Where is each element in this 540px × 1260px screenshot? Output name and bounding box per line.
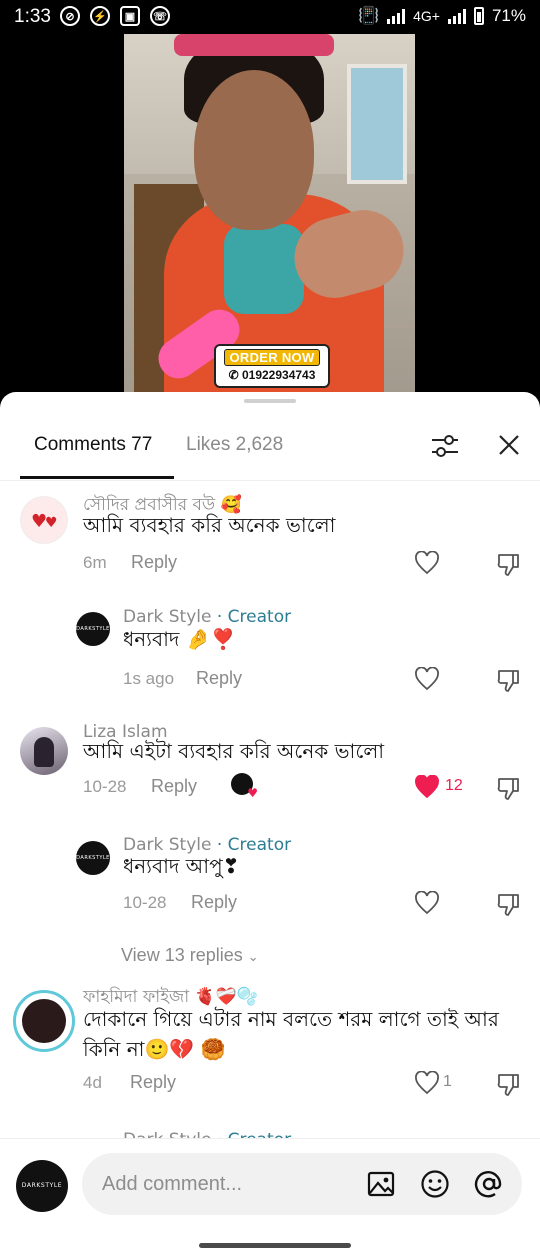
order-now-label: ORDER NOW [224,349,320,366]
filter-icon[interactable] [430,432,460,460]
avatar[interactable]: DARKSTYLE [76,841,110,875]
network-type: 4G+ [413,8,440,24]
media-icon: ▣ [120,6,140,26]
avatar-figure [34,737,54,767]
like-count: 1 [443,1073,452,1090]
dislike-icon[interactable] [496,667,522,693]
tab-comments[interactable]: Comments 77 [34,434,152,456]
avatar[interactable]: DARKSTYLE [76,612,110,646]
comment-input-bar: DARKSTYLE [0,1138,540,1260]
emoji-icon[interactable] [420,1169,450,1199]
avatar-label: DARKSTYLE [76,626,110,632]
tab-likes[interactable]: Likes 2,628 [186,434,283,456]
reply-button[interactable]: Reply [191,892,237,913]
comment-item: ফাহমিদা ফাইজা 🫀❤️‍🩹🫧 দোকানে গিয়ে এটার ন… [0,986,540,1116]
avatar[interactable] [20,727,68,775]
dislike-icon[interactable] [496,551,522,577]
dislike-icon[interactable] [496,891,522,917]
comment-time: 6m [83,553,107,572]
comment-time: 1s ago [123,669,175,688]
mute-notification-icon: ⊘ [60,6,80,26]
status-right: 📳 4G+ 71% [358,6,526,26]
mention-icon[interactable] [474,1169,504,1199]
reply-item: DARKSTYLE Dark Style · Creator ধন্যবাদ আ… [0,833,540,943]
battery-level: 71% [491,6,526,25]
dislike-icon[interactable] [496,775,522,801]
avatar[interactable]: ♥ ♥ [20,496,68,544]
video-face [194,70,314,230]
comment-item: Liza Islam আমি এইটা ব্যবহার করি অনেক ভাল… [0,719,540,829]
comment-text: ধন্যবাদ আপু❣ [123,854,240,878]
tabs-divider [0,480,540,481]
video-shirt [224,224,304,314]
tab-underline [20,476,174,479]
order-now-badge: ORDER NOW ✆ 01922934743 [214,344,330,388]
sheet-tabs: Comments 77 Likes 2,628 [0,392,540,482]
reply-button[interactable]: Reply [196,668,242,689]
chevron-down-icon: ⌄ [247,949,259,964]
comment-time: 10-28 [123,893,167,912]
close-icon[interactable] [496,432,522,458]
avatar-photo [22,999,66,1043]
comment-text: আমি ব্যবহার করি অনেক ভালো [83,513,336,537]
video-window [347,64,407,184]
view-replies-button[interactable]: View 13 replies ⌄ [121,945,259,966]
comment-text: ধন্যবাদ 🤌❣️ [123,627,236,651]
reply-button[interactable]: Reply [130,1072,176,1093]
image-icon[interactable] [366,1169,396,1199]
comment-input[interactable] [102,1153,352,1215]
my-avatar[interactable]: DARKSTYLE [16,1160,68,1212]
whatsapp-icon: ☏ [150,6,170,26]
comments-sheet: Comments 77 Likes 2,628 ♥ ♥ সৌদির প্রবাস… [0,392,540,1260]
heart-icon[interactable] [414,551,440,575]
order-phone: ✆ 01922934743 [216,368,328,382]
heart-icon[interactable] [414,1071,440,1095]
reply-button[interactable]: Reply [151,776,197,797]
creator-liked-avatar: ♥ [231,773,258,800]
status-bar: 1:33 ⊘ ⚡ ▣ ☏ 📳 4G+ 71% [0,0,540,34]
comment-text: আমি এইটা ব্যবহার করি অনেক ভালো [83,739,385,763]
reply-item: DARKSTYLE Dark Style · Creator ধন্যবাদ 🤌… [0,604,540,714]
battery-icon [473,7,484,25]
heart-icon[interactable] [414,891,440,915]
home-indicator[interactable] [199,1243,351,1248]
avatar[interactable] [13,990,75,1052]
view-replies-label: View 13 replies [121,945,243,965]
heart-icon[interactable] [414,667,440,691]
vibrate-icon: 📳 [357,6,380,25]
messenger-icon: ⚡ [90,6,110,26]
comment-item: ♥ ♥ সৌদির প্রবাসীর বউ 🥰 আমি ব্যবহার করি … [0,488,540,598]
phone-icon: ✆ [228,368,239,382]
like-count: 12 [445,777,463,794]
heart-icon[interactable] [414,775,440,799]
comment-input-container[interactable] [82,1153,522,1215]
reply-button[interactable]: Reply [131,552,177,573]
video-player[interactable]: ORDER NOW ✆ 01922934743 [124,34,415,394]
notification-icons: ⊘ ⚡ ▣ ☏ [60,6,170,26]
avatar-label: DARKSTYLE [76,855,110,861]
signal-icon [387,8,406,24]
heart-icon: ♥ [247,786,258,800]
comment-time: 4d [83,1073,102,1092]
dislike-icon[interactable] [496,1071,522,1097]
order-phone-number: 01922934743 [241,368,316,382]
comment-text: দোকানে গিয়ে এটার নাম বলতে শরম লাগে তাই … [83,1007,499,1061]
signal-icon-2 [447,8,466,24]
heart-icon: ♥ [45,515,58,531]
video-headband [174,34,334,56]
status-time: 1:33 [14,6,51,27]
comment-time: 10-28 [83,777,127,796]
